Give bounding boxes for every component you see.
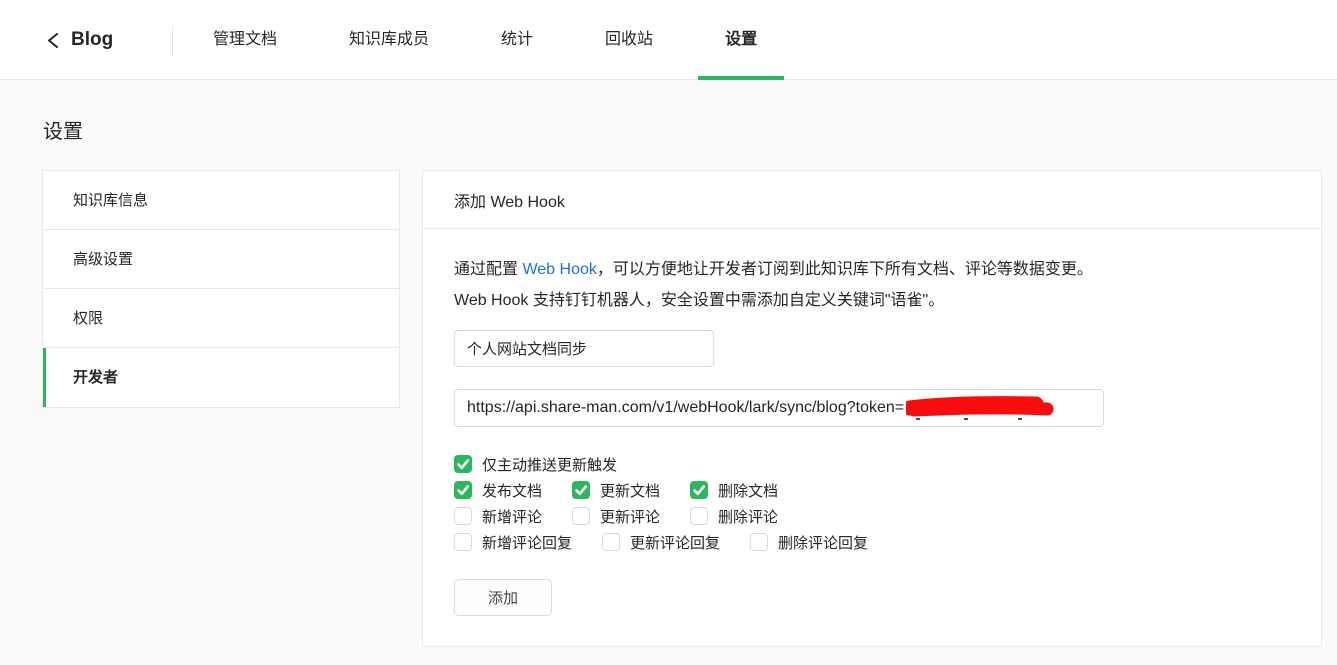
tab-members[interactable]: 知识库成员 <box>322 0 456 80</box>
checkbox-label: 删除文档 <box>718 482 779 500</box>
checkbox-label: 发布文档 <box>482 482 543 500</box>
checkbox-label: 删除评论回复 <box>778 534 869 552</box>
tab-trash[interactable]: 回收站 <box>578 0 680 80</box>
top-navigation: Blog 管理文档 知识库成员 统计 回收站 设置 <box>0 0 1337 80</box>
checkbox-only-active-push-item[interactable]: 仅主动推送更新触发 <box>454 454 617 475</box>
checkbox-delete-comment-item[interactable]: 删除评论 <box>690 506 778 527</box>
webhook-name-value: 个人网站文档同步 <box>467 341 588 358</box>
check-icon <box>575 485 588 496</box>
nav-tabs: 管理文档 知识库成员 统计 回收站 设置 <box>186 0 802 80</box>
check-icon <box>693 485 706 496</box>
checkbox-new-comment-reply-item[interactable]: 新增评论回复 <box>454 532 572 553</box>
checkbox-row: 新增评论 更新评论 删除评论 <box>454 503 1290 529</box>
check-icon <box>457 485 470 496</box>
checkbox-new-comment-reply[interactable] <box>454 533 472 551</box>
checkbox-label: 仅主动推送更新触发 <box>482 456 618 474</box>
description-text: 通过配置 <box>454 261 523 278</box>
page-title: 设置 <box>43 121 83 143</box>
nav-divider <box>172 26 173 55</box>
checkbox-row: 仅主动推送更新触发 <box>454 451 1290 477</box>
add-button[interactable]: 添加 <box>454 579 552 616</box>
checkbox-update-comment-reply-item[interactable]: 更新评论回复 <box>602 532 720 553</box>
checkbox-label: 更新文档 <box>600 482 661 500</box>
checkbox-delete-comment[interactable] <box>690 507 709 525</box>
checkbox-publish-doc-item[interactable]: 发布文档 <box>454 480 542 501</box>
checkbox-update-comment-item[interactable]: 更新评论 <box>572 506 660 527</box>
checkbox-label: 更新评论 <box>600 508 661 526</box>
tab-stats[interactable]: 统计 <box>474 0 560 80</box>
checkbox-label: 新增评论回复 <box>482 534 573 552</box>
webhook-event-options: 仅主动推送更新触发 发布文档 更新文档 删除文档新增评论 更新评论 删除评论新增评论回复 更… <box>454 451 1290 555</box>
sidebar-item-permissions[interactable]: 权限 <box>43 289 399 348</box>
checkbox-row: 新增评论回复 更新评论回复 删除评论回复 <box>454 529 1290 555</box>
checkbox-delete-doc-item[interactable]: 删除文档 <box>690 480 778 501</box>
checkbox-publish-doc[interactable] <box>454 481 472 499</box>
webhook-url-input[interactable]: https://api.share-man.com/v1/webHook/lar… <box>454 389 1104 427</box>
checkbox-label: 新增评论 <box>482 508 543 526</box>
checkbox-delete-doc[interactable] <box>690 481 709 499</box>
checkbox-delete-comment-reply[interactable] <box>750 533 769 551</box>
redaction-scribble <box>906 396 1054 420</box>
checkbox-label: 更新评论回复 <box>630 534 721 552</box>
webhook-doc-link[interactable]: Web Hook <box>522 261 596 278</box>
panel-title: 添加 Web Hook <box>454 193 565 211</box>
back-label: Blog <box>71 29 114 50</box>
settings-sidebar: 知识库信息 高级设置 权限 开发者 <box>42 170 400 408</box>
checkbox-only-active-push[interactable] <box>454 455 472 473</box>
tab-manage-docs[interactable]: 管理文档 <box>186 0 304 80</box>
webhook-description: 通过配置 Web Hook，可以方便地让开发者订阅到此知识库下所有文档、评论等数… <box>454 254 1122 316</box>
chevron-left-icon <box>48 32 58 48</box>
checkbox-update-comment[interactable] <box>572 507 591 525</box>
checkbox-new-comment[interactable] <box>454 507 472 525</box>
sidebar-item-repo-info[interactable]: 知识库信息 <box>43 171 399 230</box>
checkbox-update-doc-item[interactable]: 更新文档 <box>572 480 660 501</box>
webhook-url-value: https://api.share-man.com/v1/webHook/lar… <box>467 399 905 416</box>
checkbox-label: 删除评论 <box>718 508 779 526</box>
sidebar-item-developer[interactable]: 开发者 <box>43 348 399 407</box>
check-icon <box>457 459 470 470</box>
checkbox-row: 发布文档 更新文档 删除文档 <box>454 477 1290 503</box>
back-button[interactable]: Blog <box>45 0 113 80</box>
checkbox-new-comment-item[interactable]: 新增评论 <box>454 506 542 527</box>
checkbox-update-comment-reply[interactable] <box>602 533 621 551</box>
checkbox-update-doc[interactable] <box>572 481 591 499</box>
checkbox-delete-comment-reply-item[interactable]: 删除评论回复 <box>750 532 868 553</box>
tab-settings[interactable]: 设置 <box>698 0 785 80</box>
webhook-name-input[interactable]: 个人网站文档同步 <box>454 330 714 367</box>
sidebar-item-advanced-settings[interactable]: 高级设置 <box>43 230 399 289</box>
webhook-panel: 添加 Web Hook 通过配置 Web Hook，可以方便地让开发者订阅到此知… <box>422 170 1322 647</box>
